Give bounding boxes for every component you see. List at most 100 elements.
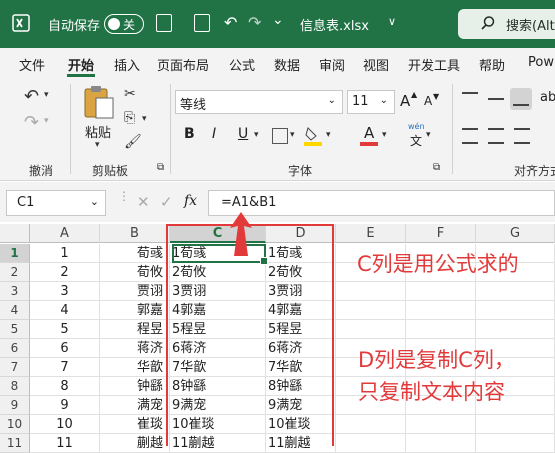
worksheet-grid[interactable]: ABCDEFG 1 1 荀彧 1荀彧 1荀彧 2 2 荀攸 2荀攸 2荀攸 3 3 贾诩 3贾诩 3贾诩 4 4… bbox=[0, 212, 555, 453]
fill-handle[interactable] bbox=[260, 257, 268, 265]
cell-e[interactable] bbox=[336, 415, 406, 434]
save-icon[interactable] bbox=[156, 14, 172, 32]
name-box[interactable]: C1 ⌄ bbox=[6, 190, 106, 216]
cell-c[interactable]: 11蒯越 bbox=[170, 434, 266, 453]
row-header[interactable]: 10 bbox=[0, 415, 30, 434]
cell-a[interactable]: 4 bbox=[30, 301, 100, 320]
undo-icon[interactable]: ↶ bbox=[224, 13, 237, 32]
cell-a[interactable]: 8 bbox=[30, 377, 100, 396]
cell-b[interactable]: 程昱 bbox=[100, 320, 170, 339]
cell-g[interactable] bbox=[476, 320, 555, 339]
cell-c[interactable]: 2荀攸 bbox=[170, 263, 266, 282]
paste-dropdown-icon[interactable]: ▾ bbox=[95, 140, 100, 150]
cell-d[interactable]: 7华歆 bbox=[266, 358, 336, 377]
phonetic-pinyin-label[interactable]: wén bbox=[408, 122, 425, 131]
cell-a[interactable]: 7 bbox=[30, 358, 100, 377]
row-header[interactable]: 5 bbox=[0, 320, 30, 339]
excel-logo-icon[interactable] bbox=[12, 14, 30, 32]
grow-font-button[interactable]: A bbox=[400, 92, 410, 110]
cell-d[interactable]: 11蒯越 bbox=[266, 434, 336, 453]
cell-b[interactable]: 郭嘉 bbox=[100, 301, 170, 320]
font-launcher-icon[interactable]: ⧉ bbox=[433, 162, 440, 173]
cell-g[interactable] bbox=[476, 282, 555, 301]
cell-c[interactable]: 8钟繇 bbox=[170, 377, 266, 396]
row-header[interactable]: 9 bbox=[0, 396, 30, 415]
cell-d[interactable]: 4郭嘉 bbox=[266, 301, 336, 320]
cut-icon[interactable]: ✂ bbox=[124, 86, 136, 102]
row-header[interactable]: 7 bbox=[0, 358, 30, 377]
cell-c[interactable]: 7华歆 bbox=[170, 358, 266, 377]
cell-e[interactable] bbox=[336, 320, 406, 339]
row-header[interactable]: 11 bbox=[0, 434, 30, 453]
more-icon[interactable]: ⌄ bbox=[272, 12, 284, 28]
row-header[interactable]: 8 bbox=[0, 377, 30, 396]
menu-home[interactable]: 开始 bbox=[68, 55, 94, 74]
redo-dropdown-icon[interactable]: ▾ bbox=[44, 116, 49, 126]
cell-b[interactable]: 荀彧 bbox=[100, 244, 170, 263]
underline-button[interactable]: U bbox=[238, 126, 248, 142]
redo-icon[interactable]: ↷ bbox=[248, 13, 261, 32]
paste-icon[interactable] bbox=[82, 84, 116, 124]
shrink-font-button[interactable]: A bbox=[424, 94, 432, 108]
document-icon[interactable] bbox=[194, 14, 210, 32]
format-painter-icon[interactable]: 🖌 bbox=[124, 134, 142, 150]
cancel-icon[interactable]: ✕ bbox=[137, 193, 150, 211]
menu-help[interactable]: 帮助 bbox=[479, 55, 505, 74]
cell-b[interactable]: 钟繇 bbox=[100, 377, 170, 396]
select-all-corner[interactable] bbox=[0, 224, 30, 243]
menu-data[interactable]: 数据 bbox=[274, 55, 300, 74]
cell-b[interactable]: 蒯越 bbox=[100, 434, 170, 453]
font-name-select[interactable]: 等线 ⌄ bbox=[175, 90, 343, 114]
cell-c[interactable]: 4郭嘉 bbox=[170, 301, 266, 320]
cell-b[interactable]: 荀攸 bbox=[100, 263, 170, 282]
cell-c[interactable]: 3贾诩 bbox=[170, 282, 266, 301]
insert-function-icon[interactable]: fx bbox=[184, 193, 197, 209]
cell-a[interactable]: 1 bbox=[30, 244, 100, 263]
cell-d[interactable]: 10崔琰 bbox=[266, 415, 336, 434]
autosave-toggle[interactable]: 关 bbox=[104, 14, 144, 34]
search-box[interactable]: 搜索(Alt bbox=[458, 9, 555, 39]
align-right-icon[interactable] bbox=[514, 128, 530, 144]
enter-icon[interactable]: ✓ bbox=[160, 193, 173, 211]
column-header-f[interactable]: F bbox=[406, 224, 476, 243]
cell-a[interactable]: 2 bbox=[30, 263, 100, 282]
menu-developer[interactable]: 开发工具 bbox=[408, 55, 460, 74]
cell-f[interactable] bbox=[406, 434, 476, 453]
cell-g[interactable] bbox=[476, 301, 555, 320]
column-header-g[interactable]: G bbox=[476, 224, 555, 243]
cell-c[interactable]: 5程昱 bbox=[170, 320, 266, 339]
column-header-a[interactable]: A bbox=[30, 224, 100, 243]
column-header-d[interactable]: D bbox=[266, 224, 336, 243]
menu-view[interactable]: 视图 bbox=[363, 55, 389, 74]
italic-button[interactable]: I bbox=[212, 126, 216, 142]
undo-dropdown-icon[interactable]: ▾ bbox=[44, 90, 49, 100]
borders-icon[interactable] bbox=[272, 128, 288, 144]
menu-file[interactable]: 文件 bbox=[19, 55, 45, 74]
underline-dropdown-icon[interactable]: ▾ bbox=[254, 130, 259, 140]
undo-button[interactable]: ↶ bbox=[24, 86, 39, 107]
menu-review[interactable]: 审阅 bbox=[319, 55, 345, 74]
align-bottom-icon[interactable] bbox=[510, 88, 532, 110]
cell-d[interactable]: 9满宠 bbox=[266, 396, 336, 415]
cell-e[interactable] bbox=[336, 434, 406, 453]
column-header-e[interactable]: E bbox=[336, 224, 406, 243]
cell-d[interactable]: 6蒋济 bbox=[266, 339, 336, 358]
cell-b[interactable]: 华歆 bbox=[100, 358, 170, 377]
fill-color-dropdown-icon[interactable]: ▾ bbox=[326, 130, 331, 140]
orientation-icon[interactable]: ab bbox=[540, 90, 555, 105]
cell-c[interactable]: 9满宠 bbox=[170, 396, 266, 415]
menu-power[interactable]: Pow bbox=[528, 55, 554, 70]
menu-insert[interactable]: 插入 bbox=[114, 55, 140, 74]
cell-a[interactable]: 10 bbox=[30, 415, 100, 434]
row-header[interactable]: 3 bbox=[0, 282, 30, 301]
cell-b[interactable]: 贾诩 bbox=[100, 282, 170, 301]
file-menu-chevron-icon[interactable]: ∨ bbox=[388, 15, 396, 28]
font-color-button[interactable]: A bbox=[364, 124, 374, 142]
copy-dropdown-icon[interactable]: ▾ bbox=[142, 114, 147, 124]
row-header[interactable]: 1 bbox=[0, 244, 30, 263]
cell-f[interactable] bbox=[406, 320, 476, 339]
menu-page-layout[interactable]: 页面布局 bbox=[157, 55, 209, 74]
cell-a[interactable]: 9 bbox=[30, 396, 100, 415]
cell-d[interactable]: 5程昱 bbox=[266, 320, 336, 339]
cell-f[interactable] bbox=[406, 282, 476, 301]
